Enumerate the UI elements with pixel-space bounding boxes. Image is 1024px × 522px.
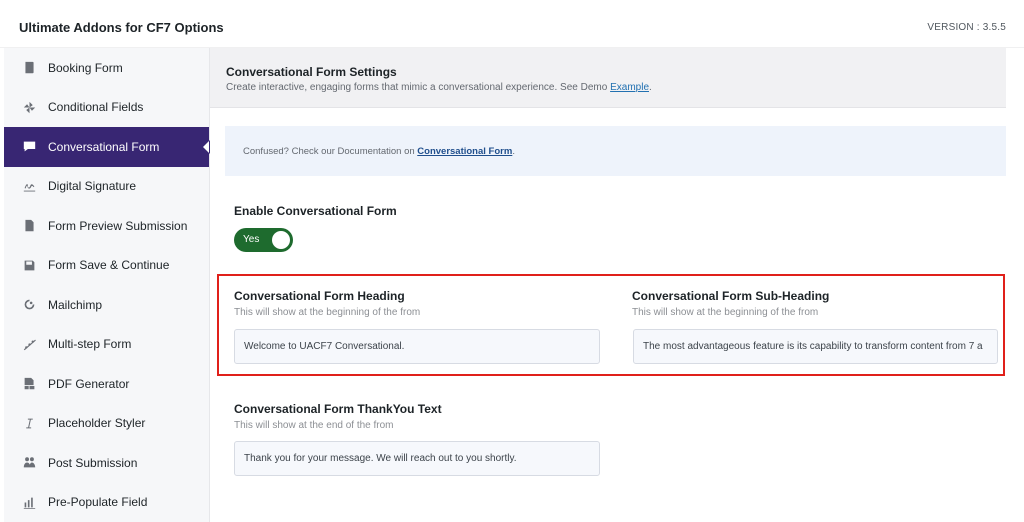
- sidebar-item-form-preview-submission[interactable]: Form Preview Submission: [4, 206, 209, 246]
- prepopulate-icon: [22, 495, 36, 509]
- chat-icon: [22, 140, 36, 154]
- sidebar-item-label: Pre-Populate Field: [48, 495, 148, 510]
- sidebar-item-conversational-form[interactable]: Conversational Form: [4, 127, 216, 167]
- subheading-field-label: Conversational Form Sub-Heading: [632, 289, 830, 303]
- post-icon: [22, 456, 36, 470]
- sidebar-item-label: Post Submission: [48, 455, 138, 470]
- sidebar-item-label: Form Save & Continue: [48, 258, 170, 273]
- book-icon: [22, 61, 36, 75]
- notice-text: Confused? Check our Documentation on: [243, 146, 415, 157]
- pinwheel-icon: [22, 100, 36, 114]
- sidebar-item-digital-signature[interactable]: Digital Signature: [4, 167, 209, 207]
- sidebar-item-label: Mailchimp: [48, 297, 103, 312]
- settings-heading: Conversational Form Settings: [226, 65, 397, 79]
- settings-description-period: .: [649, 82, 652, 93]
- notice-period: .: [512, 146, 515, 157]
- thankyou-field-label: Conversational Form ThankYou Text: [234, 402, 442, 416]
- sidebar-item-label: Digital Signature: [48, 179, 137, 194]
- mailchimp-icon: [22, 298, 36, 312]
- active-pointer: [203, 140, 210, 154]
- italic-icon: [22, 416, 36, 430]
- steps-icon: [22, 337, 36, 351]
- pdf-icon: [22, 377, 36, 391]
- settings-description-text: Create interactive, engaging forms that …: [226, 82, 608, 93]
- document-icon: [22, 219, 36, 233]
- sidebar-item-multi-step-form[interactable]: Multi-step Form: [4, 325, 209, 365]
- save-icon: [22, 258, 36, 272]
- sidebar-item-pre-populate-field[interactable]: Pre-Populate Field: [4, 483, 209, 522]
- heading-field-label: Conversational Form Heading: [234, 289, 405, 303]
- toggle-text: Yes: [243, 234, 260, 245]
- version-label: VERSION : 3.5.5: [927, 22, 1006, 33]
- enable-conversational-form-toggle[interactable]: Yes: [234, 228, 293, 252]
- top-bar: Ultimate Addons for CF7 Options VERSION …: [0, 0, 1024, 48]
- main-content: Conversational Form Settings Create inte…: [210, 48, 1024, 522]
- subheading-input[interactable]: The most advantageous feature is its cap…: [633, 329, 998, 364]
- signature-icon: [22, 179, 36, 193]
- documentation-notice: Confused? Check our Documentation on Con…: [225, 126, 1006, 176]
- page-title: Ultimate Addons for CF7 Options: [19, 20, 224, 35]
- sidebar-item-label: Booking Form: [48, 60, 123, 75]
- demo-example-link[interactable]: Example: [610, 82, 649, 93]
- sidebar-item-form-save-continue[interactable]: Form Save & Continue: [4, 246, 209, 286]
- subheading-field-description: This will show at the beginning of the f…: [632, 307, 819, 318]
- sidebar-item-mailchimp[interactable]: Mailchimp: [4, 285, 209, 325]
- documentation-link[interactable]: Conversational Form: [417, 146, 512, 157]
- thankyou-field-description: This will show at the end of the from: [234, 420, 394, 431]
- sidebar-item-pdf-generator[interactable]: PDF Generator: [4, 364, 209, 404]
- sidebar-item-label: Form Preview Submission: [48, 218, 188, 233]
- enable-conversational-form-label: Enable Conversational Form: [234, 204, 397, 218]
- heading-field-description: This will show at the beginning of the f…: [234, 307, 421, 318]
- sidebar-item-booking-form[interactable]: Booking Form: [4, 48, 209, 88]
- sidebar-item-label: PDF Generator: [48, 376, 130, 391]
- settings-header: Conversational Form Settings Create inte…: [210, 48, 1006, 108]
- sidebar-item-post-submission[interactable]: Post Submission: [4, 443, 209, 483]
- sidebar-item-label: Multi-step Form: [48, 337, 132, 352]
- heading-input[interactable]: Welcome to UACF7 Conversational.: [234, 329, 600, 364]
- sidebar-item-label: Conditional Fields: [48, 100, 144, 115]
- notice-text-wrap: Confused? Check our Documentation on Con…: [243, 146, 515, 157]
- sidebar-item-label: Conversational Form: [48, 139, 160, 154]
- sidebar: Booking Form Conditional Fields Conversa…: [4, 48, 216, 522]
- sidebar-item-label: Placeholder Styler: [48, 416, 146, 431]
- sidebar-item-placeholder-styler[interactable]: Placeholder Styler: [4, 404, 209, 444]
- sidebar-item-conditional-fields[interactable]: Conditional Fields: [4, 88, 209, 128]
- toggle-knob: [272, 231, 290, 249]
- thankyou-input[interactable]: Thank you for your message. We will reac…: [234, 441, 600, 476]
- settings-description: Create interactive, engaging forms that …: [226, 82, 652, 93]
